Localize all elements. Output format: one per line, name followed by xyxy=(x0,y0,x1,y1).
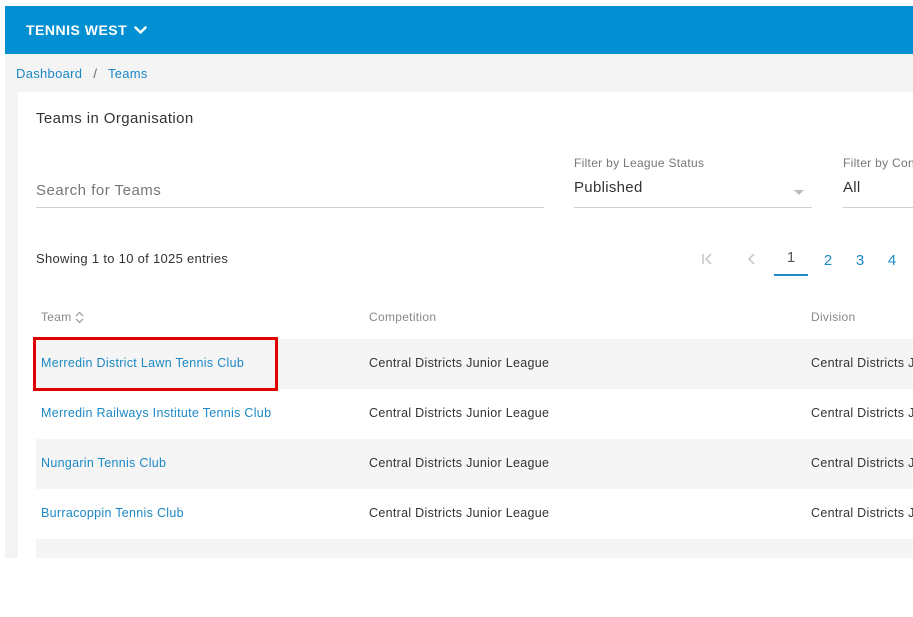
team-link[interactable]: Merredin Railways Institute Tennis Club xyxy=(41,406,271,420)
dropdown-caret-icon xyxy=(794,190,804,195)
league-status-filter[interactable]: Filter by League Status Published xyxy=(574,156,812,208)
sort-icon xyxy=(75,311,83,323)
division-cell: Central Districts J xyxy=(811,406,913,420)
league-status-filter-label: Filter by League Status xyxy=(574,156,705,170)
search-input[interactable] xyxy=(36,174,544,206)
division-cell: Central Districts J xyxy=(811,506,913,520)
page-3[interactable]: 3 xyxy=(844,252,876,269)
league-status-filter-value: Published xyxy=(574,179,643,196)
page-1[interactable]: 1 xyxy=(774,244,808,276)
breadcrumb-dashboard[interactable]: Dashboard xyxy=(16,66,82,81)
table-row xyxy=(36,539,913,558)
competition-cell: Central Districts Junior League xyxy=(369,506,550,520)
column-header-competition: Competition xyxy=(369,310,436,324)
competition-filter-label: Filter by Con xyxy=(843,156,913,170)
app-frame: TENNIS WEST Dashboard / Teams Teams in O… xyxy=(5,6,913,558)
competition-filter[interactable]: Filter by Con All xyxy=(843,156,913,208)
table-body: Merredin District Lawn Tennis Club Centr… xyxy=(36,339,913,558)
breadcrumb: Dashboard / Teams xyxy=(16,66,148,81)
division-cell: Central Districts J xyxy=(811,456,913,470)
page-2[interactable]: 2 xyxy=(812,252,844,269)
page-title: Teams in Organisation xyxy=(36,110,194,127)
chevron-left-icon[interactable] xyxy=(730,252,774,269)
page-4[interactable]: 4 xyxy=(876,252,908,269)
division-cell: Central Districts J xyxy=(811,356,913,370)
breadcrumb-teams[interactable]: Teams xyxy=(108,66,148,81)
column-header-division-label: Division xyxy=(811,310,856,324)
competition-cell: Central Districts Junior League xyxy=(369,456,550,470)
organisation-switcher[interactable]: TENNIS WEST xyxy=(26,22,147,38)
teams-card: Teams in Organisation Filter by League S… xyxy=(18,92,913,558)
page-5[interactable]: 5 xyxy=(908,252,913,269)
column-header-competition-label: Competition xyxy=(369,310,437,324)
competition-cell: Central Districts Junior League xyxy=(369,356,550,370)
column-header-team-label: Team xyxy=(41,310,72,324)
table-row: Merredin Railways Institute Tennis Club … xyxy=(36,389,913,439)
table-row: Merredin District Lawn Tennis Club Centr… xyxy=(36,339,913,389)
breadcrumb-separator: / xyxy=(93,66,97,81)
top-bar: TENNIS WEST xyxy=(5,6,913,54)
table-header: Team Competition Division xyxy=(36,302,913,332)
first-page-icon[interactable] xyxy=(686,252,730,269)
search-field xyxy=(36,174,544,208)
table-row: Burracoppin Tennis Club Central District… xyxy=(36,489,913,539)
entries-count: Showing 1 to 10 of 1025 entries xyxy=(36,251,229,266)
pagination: 1 2 3 4 5 xyxy=(686,244,913,276)
table-row: Nungarin Tennis Club Central Districts J… xyxy=(36,439,913,489)
team-link[interactable]: Nungarin Tennis Club xyxy=(41,456,166,470)
column-header-division: Division xyxy=(811,310,855,324)
column-header-team[interactable]: Team xyxy=(41,310,84,324)
team-link[interactable]: Burracoppin Tennis Club xyxy=(41,506,184,520)
organisation-name: TENNIS WEST xyxy=(26,22,128,38)
competition-cell: Central Districts Junior League xyxy=(369,406,550,420)
chevron-down-icon xyxy=(134,25,147,34)
competition-filter-value: All xyxy=(843,179,861,196)
team-link[interactable]: Merredin District Lawn Tennis Club xyxy=(41,356,244,370)
